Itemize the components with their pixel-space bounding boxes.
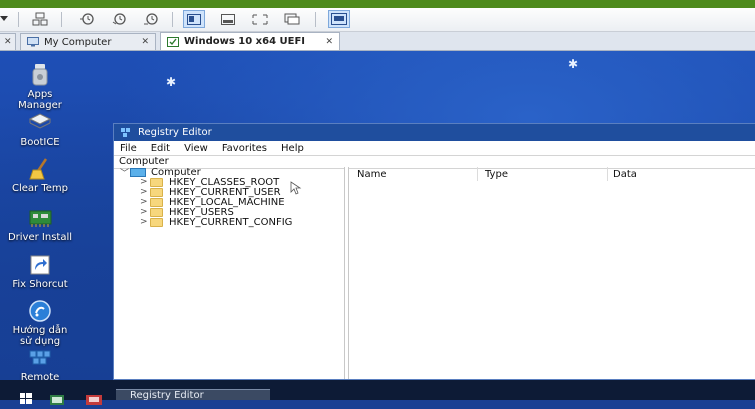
folder-icon [150,217,163,227]
taskbar [0,380,755,405]
mouse-cursor-icon [290,181,302,195]
registry-icon [121,128,130,137]
desktop-icon-label: Fix Shorcut [12,279,68,290]
close-icon[interactable]: ✕ [135,37,149,47]
snowflake-decoration: ✱ [568,57,579,71]
snapshot-icon[interactable] [77,11,97,27]
registry-body: ﹀ Computer > HKEY_CLASSES_ROOT > HKEY_CU… [114,167,755,379]
toolbar-divider [172,12,173,27]
window-title: Registry Editor [138,127,212,138]
menu-file[interactable]: File [120,143,137,154]
revert-snapshot-icon[interactable] [109,11,129,27]
desktop-icon-label: BootICE [20,137,60,148]
key-tree[interactable]: ﹀ Computer > HKEY_CLASSES_ROOT > HKEY_CU… [114,167,345,379]
toolbar-divider [61,12,62,27]
chevron-right-icon[interactable]: > [140,177,150,187]
console-view-icon[interactable] [328,10,350,28]
folder-icon [150,197,163,207]
close-icon[interactable]: ✕ [319,37,333,47]
chevron-right-icon[interactable]: > [140,217,150,227]
tab-my-computer[interactable]: My Computer ✕ [20,33,156,50]
menu-view[interactable]: View [184,143,208,154]
snapshot-manager-icon[interactable] [141,11,161,27]
taskbar-app-icon[interactable] [50,390,64,408]
chevron-right-icon[interactable]: > [140,207,150,217]
column-header-data[interactable]: Data [613,167,637,181]
remote-registry-icon [27,345,53,371]
vm-toolbar [0,8,755,32]
menu-help[interactable]: Help [281,143,304,154]
tab-label: My Computer [44,36,112,48]
desktop-icon-label: Hướng dẫn sử dụng [12,325,68,347]
close-icon[interactable]: ✕ [4,37,12,47]
folder-icon [150,207,163,217]
tree-root-computer[interactable]: ﹀ Computer [120,166,201,179]
computer-icon [27,37,39,47]
vm-tab-strip: ✕ My Computer ✕ Windows 10 x64 UEFI ✕ [0,32,755,51]
tree-item-hku[interactable]: > HKEY_USERS [140,207,234,218]
tab-windows-10[interactable]: Windows 10 x64 UEFI ✕ [160,32,340,50]
normal-view-icon[interactable] [183,10,205,28]
tab-label: Windows 10 x64 UEFI [184,36,306,47]
menu-edit[interactable]: Edit [151,143,170,154]
unity-icon[interactable] [282,11,302,27]
full-screen-icon[interactable] [218,11,238,27]
menu-favorites[interactable]: Favorites [222,143,267,154]
taskbar-button-registry-editor[interactable]: Registry Editor [116,389,270,401]
network-icon[interactable] [30,11,50,27]
chevron-down-icon[interactable]: ﹀ [120,166,130,179]
taskbar-app-icon[interactable] [86,390,102,408]
column-divider[interactable] [607,167,608,181]
help-icon [27,298,53,324]
desktop-icon-label: Clear Temp [12,183,68,194]
dropdown-arrow-icon[interactable] [0,11,14,27]
apps-manager-icon [27,62,53,88]
stretch-view-icon[interactable] [250,11,270,27]
chevron-right-icon[interactable]: > [140,187,150,197]
folder-icon [150,177,163,187]
vm-icon [167,36,179,47]
column-header-type[interactable]: Type [485,167,508,181]
desktop-icon-label: Apps Manager [18,89,62,111]
column-divider[interactable] [477,167,478,181]
tab-previous[interactable]: ✕ [0,33,16,50]
tree-item-hkcr[interactable]: > HKEY_CLASSES_ROOT [140,177,279,188]
values-list[interactable]: Name Type Data [349,167,755,379]
desktop-icon-driver-install[interactable]: Driver Install [0,205,80,243]
driver-icon [27,205,53,231]
desktop-icon-clear-temp[interactable]: Clear Temp [0,156,80,194]
windows-start-icon[interactable] [20,389,32,407]
snowflake-decoration: ✱ [166,75,177,89]
broom-icon [27,156,53,182]
folder-icon [150,187,163,197]
desktop-icon-bootice[interactable]: BootICE [0,110,80,148]
taskbar-button-label: Registry Editor [130,390,204,401]
chevron-right-icon[interactable]: > [140,197,150,207]
tree-item-hkcc[interactable]: > HKEY_CURRENT_CONFIG [140,216,293,228]
top-accent-strip [0,0,755,8]
desktop-icon-help[interactable]: Hướng dẫn sử dụng [0,298,80,347]
computer-icon [130,167,146,177]
desktop-icon-apps-manager[interactable]: Apps Manager [0,62,80,111]
registry-editor-window[interactable]: Registry Editor File Edit View Favorites… [113,123,755,380]
menu-bar: File Edit View Favorites Help [114,141,755,155]
shortcut-icon [27,252,53,278]
column-header-name[interactable]: Name [357,167,387,181]
desktop-icon-fix-shortcut[interactable]: Fix Shorcut [0,252,80,290]
desktop-icon-label: Driver Install [7,232,73,243]
toolbar-divider [315,12,316,27]
window-title-bar[interactable]: Registry Editor [114,124,755,141]
tree-item-hkcu[interactable]: > HKEY_CURRENT_USER [140,187,281,198]
bootice-icon [27,110,53,136]
tree-item-hklm[interactable]: > HKEY_LOCAL_MACHINE [140,197,285,208]
tree-label: HKEY_CURRENT_CONFIG [169,216,293,228]
toolbar-divider [18,12,19,27]
